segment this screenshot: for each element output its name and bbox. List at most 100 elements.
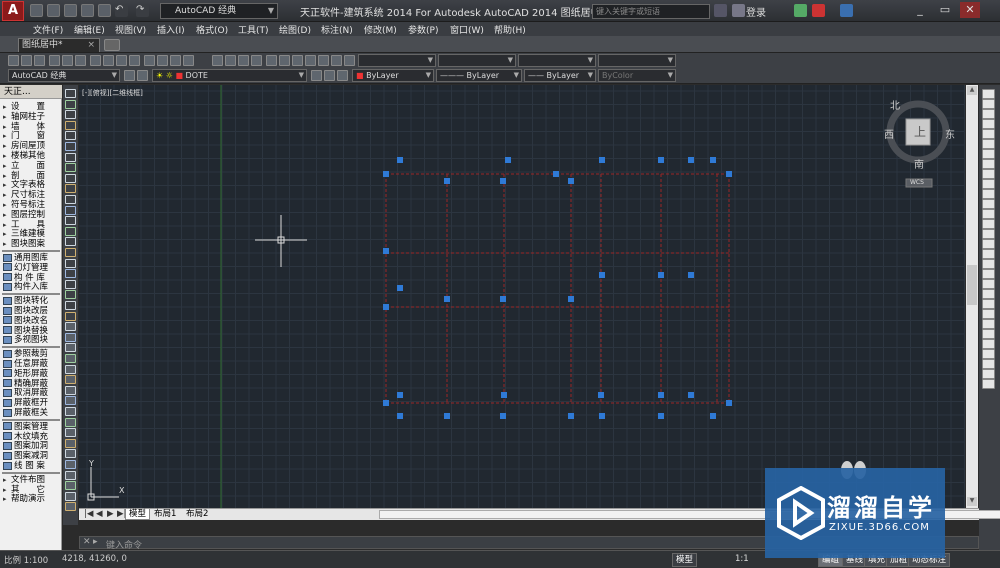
draw-tool-icon[interactable] [65, 470, 76, 480]
tool-icon[interactable] [90, 55, 101, 66]
draw-tool-icon[interactable] [65, 354, 76, 363]
modify-tool-icon[interactable] [982, 189, 995, 199]
grip-point[interactable] [658, 413, 664, 419]
multileader-style-dropdown[interactable]: ▼ [598, 54, 676, 67]
tool-icon[interactable] [183, 55, 194, 66]
modify-tool-icon[interactable] [982, 339, 995, 349]
draw-tool-icon[interactable] [65, 502, 76, 512]
draw-tool-icon[interactable] [65, 163, 76, 173]
grip-point[interactable] [658, 392, 664, 398]
workspace-switch-dropdown[interactable]: AutoCAD 经典 ▼ [8, 69, 120, 82]
modify-tool-icon[interactable] [982, 199, 995, 209]
draw-tool-icon[interactable] [65, 279, 76, 289]
draw-tool-icon[interactable] [65, 142, 76, 151]
draw-tool-icon[interactable] [65, 195, 76, 204]
draw-tool-icon[interactable] [65, 311, 76, 321]
grip-point[interactable] [568, 296, 574, 302]
floor-plan[interactable] [383, 157, 732, 419]
grip-point[interactable] [568, 413, 574, 419]
grip-point[interactable] [500, 296, 506, 302]
grip-point[interactable] [726, 171, 732, 177]
tab-layout2[interactable]: 布局2 [183, 509, 211, 520]
panel-menu-item[interactable]: 屏蔽框开 [3, 398, 61, 408]
modify-tool-icon[interactable] [982, 329, 995, 339]
panel-menu-item[interactable]: ▸ 符号标注 [3, 200, 61, 210]
grip-point[interactable] [383, 171, 389, 177]
modify-tool-icon[interactable] [982, 259, 995, 269]
panel-menu-item[interactable]: ▸ 门 窗 [3, 131, 61, 141]
help-icon[interactable] [344, 55, 355, 66]
drawing-canvas[interactable]: 北 西 东 上 南 WCS Y X [79, 85, 965, 508]
panel-menu-item[interactable]: 参照裁剪 [3, 349, 61, 359]
grip-point[interactable] [397, 285, 403, 291]
viewcube-west[interactable]: 西 [884, 126, 894, 141]
close-icon[interactable]: ✕ [960, 2, 980, 18]
draw-tool-icon[interactable] [65, 407, 76, 416]
draw-tool-icon[interactable] [65, 226, 76, 236]
plot-style-dropdown[interactable]: ByColor ▼ [598, 69, 676, 82]
layer-previous-icon[interactable] [324, 70, 335, 81]
login-link[interactable]: 登录 [746, 4, 766, 19]
help-icon[interactable] [840, 4, 853, 17]
tool-icon[interactable] [8, 55, 19, 66]
draw-tool-icon[interactable] [65, 269, 76, 279]
tool-palettes-icon[interactable] [292, 55, 303, 66]
zoom-previous-icon[interactable] [251, 55, 262, 66]
panel-menu-item[interactable]: 矩形屏蔽 [3, 369, 61, 379]
draw-tool-icon[interactable] [65, 449, 76, 459]
modify-tool-icon[interactable] [982, 279, 995, 289]
draw-tool-icon[interactable] [65, 396, 76, 406]
grip-point[interactable] [599, 413, 605, 419]
menu-modify[interactable]: 修改(M) [364, 23, 397, 36]
menu-edit[interactable]: 编辑(E) [74, 23, 105, 36]
tool-icon[interactable] [129, 55, 140, 66]
panel-menu-item[interactable]: 屏蔽框关 [3, 408, 61, 418]
modify-tool-icon[interactable] [982, 349, 995, 359]
draw-tool-icon[interactable] [65, 99, 76, 109]
save-as-icon[interactable] [81, 4, 94, 17]
modify-tool-icon[interactable] [982, 249, 995, 259]
panel-menu-item[interactable]: 幻灯管理 [3, 263, 61, 273]
modify-tool-icon[interactable] [982, 109, 995, 119]
autodesk-x-icon[interactable] [812, 4, 825, 17]
draw-tool-icon[interactable] [65, 438, 76, 448]
design-center-icon[interactable] [279, 55, 290, 66]
tool-icon[interactable] [170, 55, 181, 66]
tool-icon[interactable] [75, 55, 86, 66]
grip-point[interactable] [726, 400, 732, 406]
draw-tool-icon[interactable] [65, 322, 76, 332]
modify-tool-icon[interactable] [982, 309, 995, 319]
panel-menu-item[interactable]: ▸ 立 面 [3, 161, 61, 171]
zoom-icon[interactable] [225, 55, 236, 66]
workspace-dropdown[interactable]: AutoCAD 经典 ▼ [160, 3, 278, 19]
layer-state-icon[interactable] [337, 70, 348, 81]
menu-window[interactable]: 窗口(W) [450, 23, 484, 36]
panel-menu-item[interactable]: ▸ 文字表格 [3, 180, 61, 190]
panel-menu-item[interactable]: ▸ 图层控制 [3, 210, 61, 220]
grip-point[interactable] [568, 178, 574, 184]
modify-tool-icon[interactable] [982, 229, 995, 239]
linetype-dropdown[interactable]: ——— ByLayer ▼ [436, 69, 522, 82]
menu-dimension[interactable]: 标注(N) [321, 23, 353, 36]
grip-point[interactable] [444, 413, 450, 419]
modify-tool-icon[interactable] [982, 99, 995, 109]
panel-menu-item[interactable]: ▸ 房间屋顶 [3, 141, 61, 151]
panel-menu-item[interactable]: 取消屏蔽 [3, 388, 61, 398]
panel-menu-item[interactable]: 任意屏蔽 [3, 359, 61, 369]
modify-tool-icon[interactable] [982, 179, 995, 189]
grip-point[interactable] [553, 171, 559, 177]
search-input[interactable]: 键入关键字或短语 [592, 4, 710, 19]
scroll-up-icon[interactable]: ▲ [967, 86, 977, 95]
sheet-set-icon[interactable] [305, 55, 316, 66]
menu-draw[interactable]: 绘图(D) [279, 23, 311, 36]
panel-menu-item[interactable]: ▸ 三维建模 [3, 229, 61, 239]
draw-tool-icon[interactable] [65, 491, 76, 501]
text-style-dropdown[interactable]: ▼ [358, 54, 436, 67]
scale-readout[interactable]: 比例 1:100 [4, 554, 48, 566]
panel-menu-item[interactable]: 多视图块 [3, 335, 61, 345]
draw-tool-icon[interactable] [65, 184, 76, 194]
zoom-window-icon[interactable] [238, 55, 249, 66]
draw-tool-icon[interactable] [65, 428, 76, 438]
annotation-scale[interactable]: 1:1 [735, 554, 749, 564]
grip-point[interactable] [501, 392, 507, 398]
